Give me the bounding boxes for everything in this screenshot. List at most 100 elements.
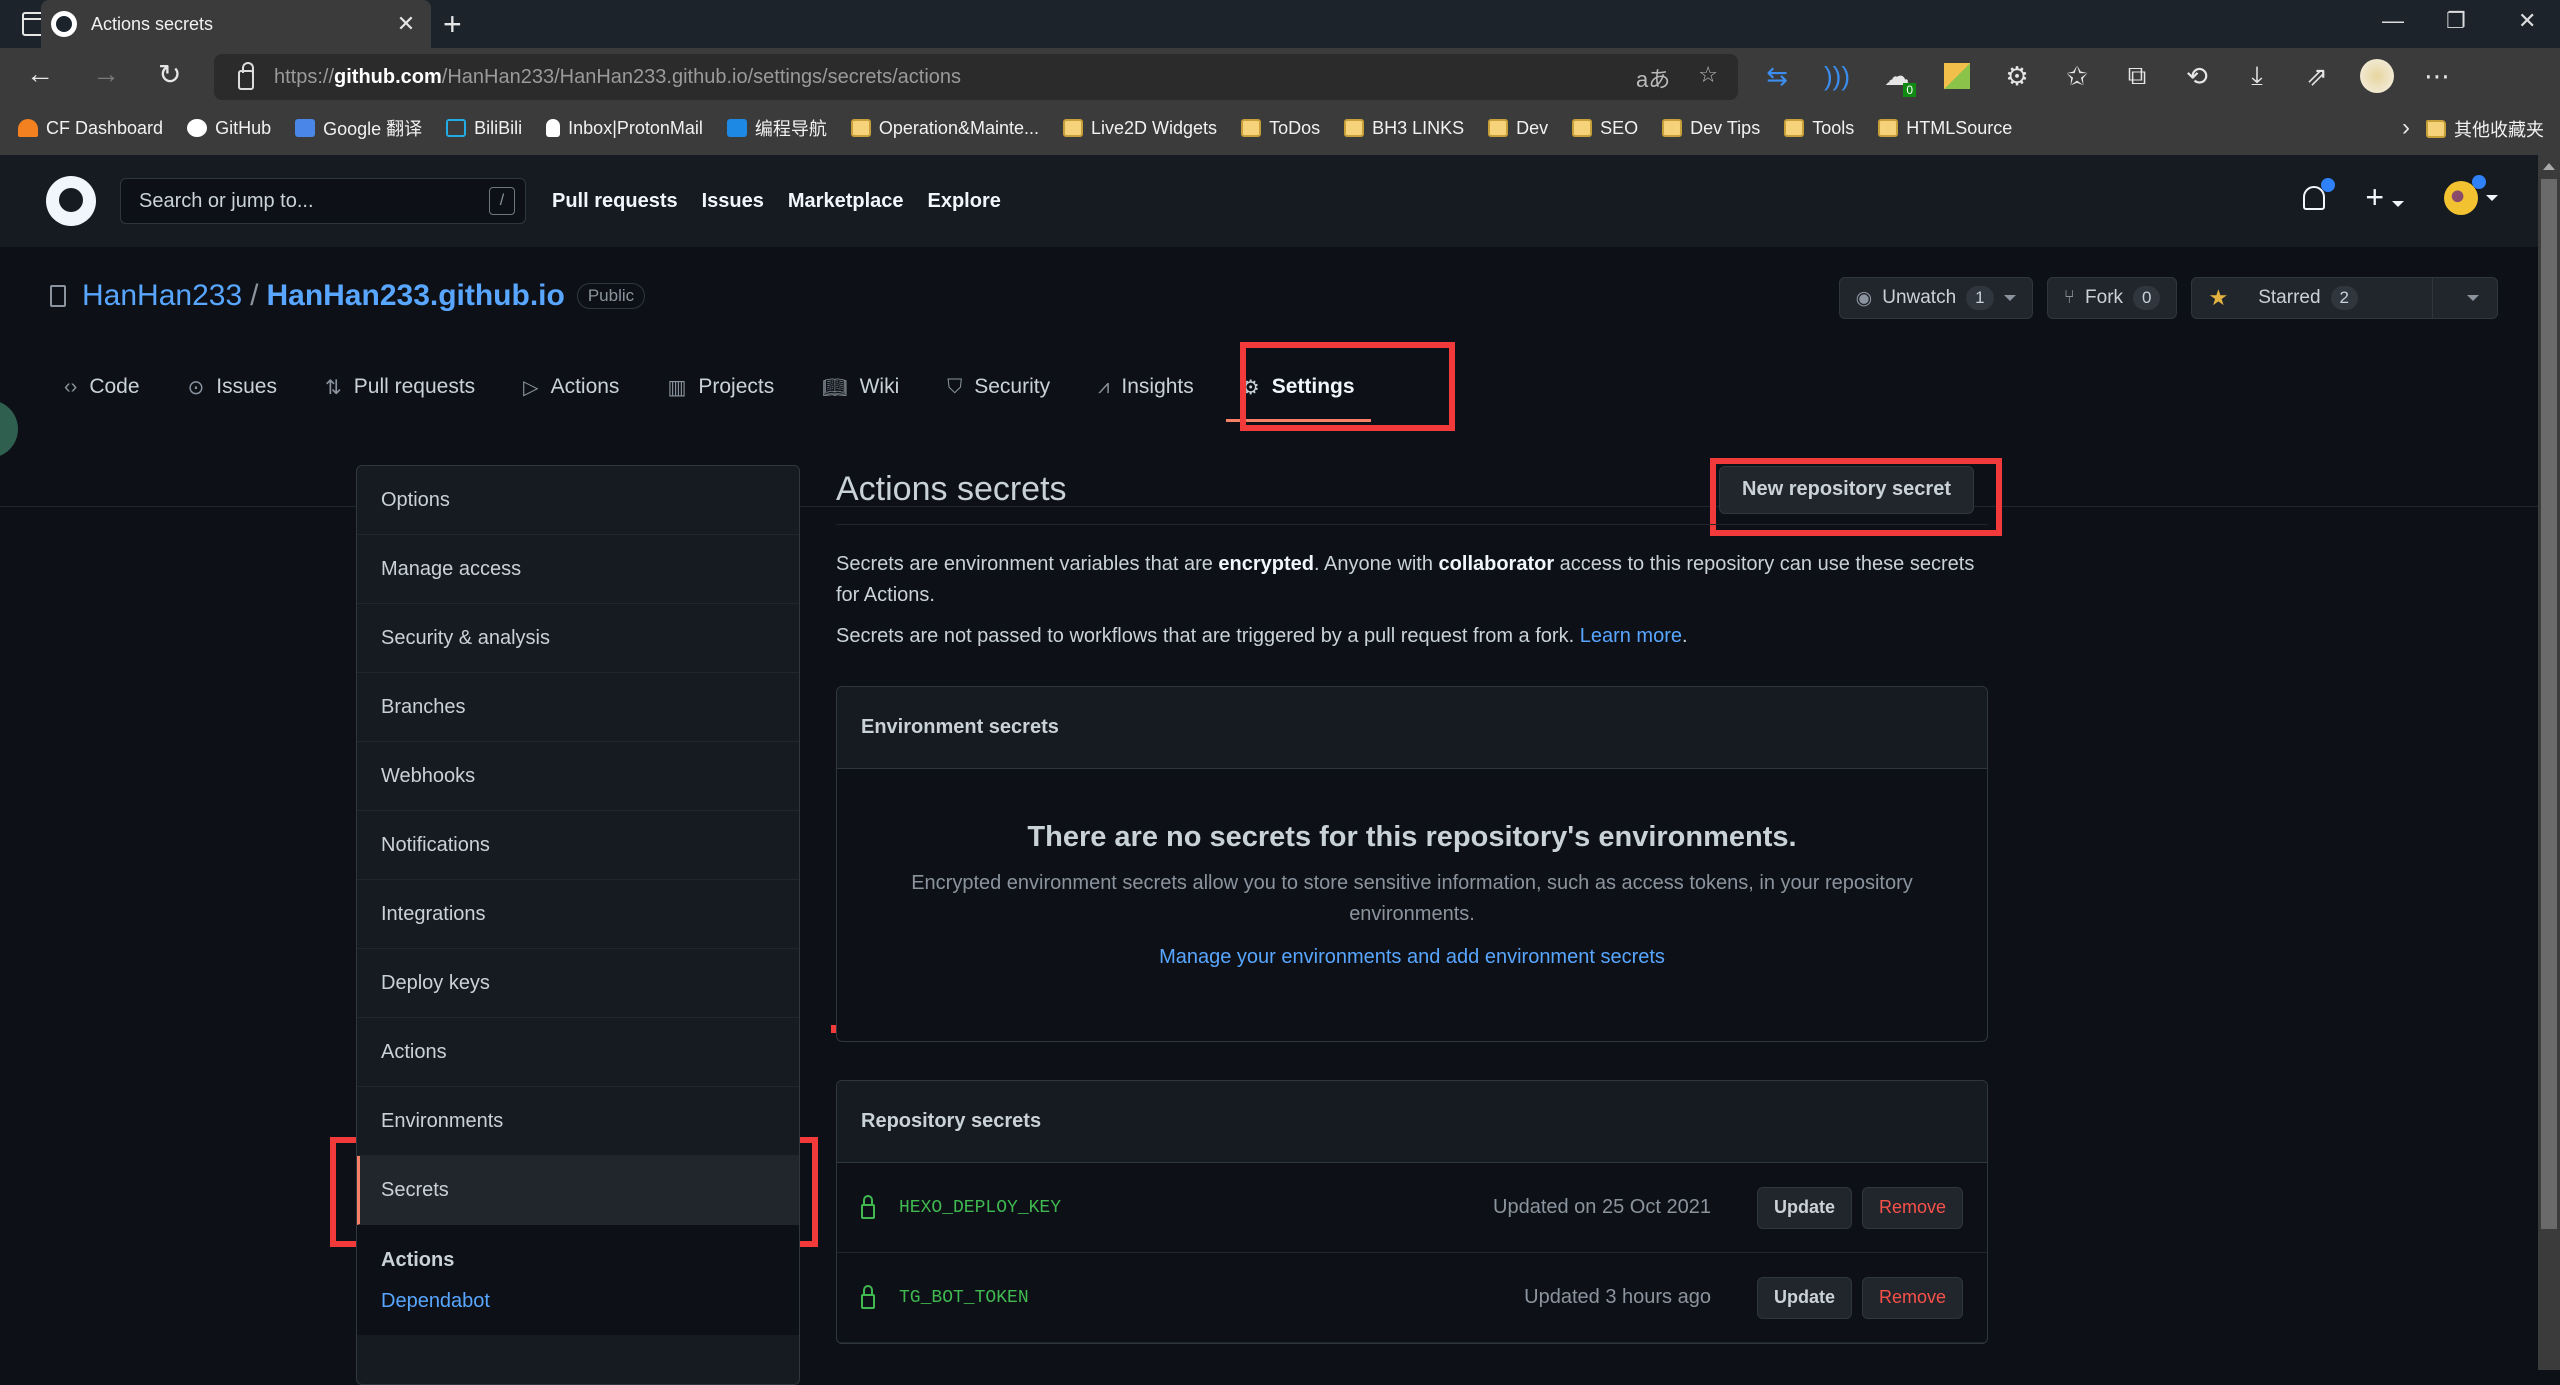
extensions-puzzle-icon[interactable]: ⚙ xyxy=(2000,59,2034,93)
secret-row: TG_BOT_TOKEN Updated 3 hours ago Update … xyxy=(837,1253,1987,1343)
lock-icon[interactable] xyxy=(238,62,254,90)
tab-issues[interactable]: ⊙ Issues xyxy=(188,357,277,417)
nav-issues[interactable]: Issues xyxy=(702,190,764,213)
other-bookmarks[interactable]: 其他收藏夹 xyxy=(2426,116,2544,142)
scroll-up-icon[interactable] xyxy=(2543,163,2555,170)
repo-name-link[interactable]: HanHan233.github.io xyxy=(266,279,564,313)
download-extension-icon[interactable] xyxy=(1940,59,1974,93)
restore-icon[interactable]: ❐ xyxy=(2446,8,2466,34)
sidebar-item-security-analysis[interactable]: Security & analysis xyxy=(357,604,799,673)
sidebar-link-dependabot[interactable]: Dependabot xyxy=(381,1290,775,1313)
downloads-icon[interactable]: ⤓ xyxy=(2240,59,2274,93)
more-menu-icon[interactable]: ⋯ xyxy=(2420,59,2454,93)
nav-explore[interactable]: Explore xyxy=(928,190,1001,213)
folder-icon xyxy=(1488,119,1509,137)
tab-projects[interactable]: ▥ Projects xyxy=(667,357,774,417)
tab-wiki[interactable]: 📖︎ Wiki xyxy=(822,357,899,417)
tab-strip: Actions secrets ✕ + — ❐ ✕ xyxy=(0,0,2560,48)
sidebar-item-branches[interactable]: Branches xyxy=(357,673,799,742)
page-title: Actions secrets xyxy=(836,470,1067,508)
manage-environments-link[interactable]: Manage your environments and add environ… xyxy=(1159,946,1665,969)
fork-description: Secrets are not passed to workflows that… xyxy=(836,625,1688,647)
page-scrollbar[interactable] xyxy=(2538,155,2560,1370)
notifications-bell-icon[interactable] xyxy=(2303,177,2336,210)
nav-marketplace[interactable]: Marketplace xyxy=(788,190,904,213)
folder-icon xyxy=(850,119,871,137)
address-bar[interactable]: https://github.com/HanHan233/HanHan233.g… xyxy=(214,54,1738,100)
bookmark-folder-todos[interactable]: ToDos xyxy=(1241,118,1320,139)
starred-button[interactable]: ★ Starred 2 xyxy=(2191,277,2498,319)
sidebar-item-webhooks[interactable]: Webhooks xyxy=(357,742,799,811)
browser-tab-active[interactable]: Actions secrets ✕ xyxy=(41,0,431,48)
wifi-extension-icon[interactable]: ))) xyxy=(1820,59,1854,93)
nav-pull-requests[interactable]: Pull requests xyxy=(552,190,678,213)
bookmark-github[interactable]: GitHub xyxy=(187,118,271,139)
bookmark-google-translate[interactable]: Google 翻译 xyxy=(295,115,422,141)
sidebar-item-deploy-keys[interactable]: Deploy keys xyxy=(357,949,799,1018)
share-icon[interactable]: ⇗ xyxy=(2300,59,2334,93)
bookmark-folder-operation[interactable]: Operation&Mainte... xyxy=(850,118,1039,139)
read-aloud-icon[interactable]: aあ xyxy=(1636,62,1670,94)
repo-owner-link[interactable]: HanHan233 xyxy=(82,279,242,313)
tab-code[interactable]: ‹› Code xyxy=(64,357,140,417)
profile-avatar[interactable] xyxy=(2360,59,2394,93)
new-tab-button[interactable]: + xyxy=(443,6,462,43)
sidebar-item-options[interactable]: Options xyxy=(357,466,799,535)
github-icon xyxy=(187,119,208,137)
sidebar-subheading-actions[interactable]: Actions xyxy=(381,1249,775,1272)
bookmark-folder-bh3[interactable]: BH3 LINKS xyxy=(1344,118,1464,139)
bookmark-folder-seo[interactable]: SEO xyxy=(1572,118,1638,139)
star-dropdown[interactable] xyxy=(2449,295,2497,301)
bookmark-folder-dev[interactable]: Dev xyxy=(1488,118,1548,139)
scroll-thumb[interactable] xyxy=(2541,179,2557,1229)
tab-actions[interactable]: ▷ Actions xyxy=(523,357,619,417)
sidebar-item-secrets[interactable]: Secrets xyxy=(357,1156,799,1225)
history-icon[interactable]: ⟲ xyxy=(2180,59,2214,93)
add-favorite-icon[interactable]: ☆ xyxy=(1698,62,1718,94)
url-text[interactable]: https://github.com/HanHan233/HanHan233.g… xyxy=(274,66,961,89)
bilibili-icon xyxy=(446,119,467,137)
update-secret-button[interactable]: Update xyxy=(1756,1186,1852,1229)
fork-button[interactable]: ⑂ Fork 0 xyxy=(2046,277,2178,319)
minimize-icon[interactable]: — xyxy=(2382,8,2404,34)
bookmark-cf-dashboard[interactable]: CF Dashboard xyxy=(18,118,163,139)
secret-updated: Updated 3 hours ago xyxy=(1524,1286,1711,1308)
github-page: Search or jump to... / Pull requests Iss… xyxy=(0,155,2538,1385)
create-new-dropdown[interactable]: + xyxy=(2365,179,2404,216)
bookmarks-overflow-icon[interactable]: › xyxy=(2402,114,2410,142)
bookmark-protonmail[interactable]: Inbox|ProtonMail xyxy=(546,118,703,139)
unwatch-button[interactable]: ◉ Unwatch 1 xyxy=(1838,277,2033,319)
bookmark-code-nav[interactable]: 编程导航 xyxy=(726,115,827,141)
close-tab-icon[interactable]: ✕ xyxy=(391,11,421,37)
bookmark-folder-dev-tips[interactable]: Dev Tips xyxy=(1662,118,1760,139)
bookmark-bilibili[interactable]: BiliBili xyxy=(446,118,522,139)
folder-icon xyxy=(2426,120,2446,138)
forward-icon[interactable]: → xyxy=(92,58,120,90)
remove-secret-button[interactable]: Remove xyxy=(1861,1186,1963,1229)
sidebar-item-manage-access[interactable]: Manage access xyxy=(357,535,799,604)
sidebar-item-notifications[interactable]: Notifications xyxy=(357,811,799,880)
refresh-icon[interactable]: ↻ xyxy=(158,58,181,91)
bookmark-folder-live2d[interactable]: Live2D Widgets xyxy=(1063,118,1217,139)
bookmark-folder-htmlsource[interactable]: HTMLSource xyxy=(1878,118,2012,139)
favorites-icon[interactable]: ✩ xyxy=(2060,59,2094,93)
learn-more-link[interactable]: Learn more xyxy=(1580,625,1682,647)
new-repository-secret-button[interactable]: New repository secret xyxy=(1719,465,1974,514)
tab-insights[interactable]: ⩘ Insights xyxy=(1098,357,1194,417)
search-input[interactable]: Search or jump to... / xyxy=(120,178,526,224)
remove-secret-button[interactable]: Remove xyxy=(1861,1276,1963,1319)
sync-extension-icon[interactable]: ⇆ xyxy=(1760,59,1794,93)
bookmark-folder-tools[interactable]: Tools xyxy=(1784,118,1854,139)
back-icon[interactable]: ← xyxy=(26,58,54,90)
tab-security[interactable]: ⛉ Security xyxy=(947,357,1050,417)
window-close-icon[interactable]: ✕ xyxy=(2518,8,2536,34)
sidebar-item-environments[interactable]: Environments xyxy=(357,1087,799,1156)
collections-icon[interactable]: ⧉ xyxy=(2120,59,2154,93)
update-secret-button[interactable]: Update xyxy=(1756,1276,1852,1319)
tab-pull-requests[interactable]: ⇅ Pull requests xyxy=(325,357,475,417)
sidebar-item-actions[interactable]: Actions xyxy=(357,1018,799,1087)
cloud-extension-icon[interactable]: ☁ 0 xyxy=(1880,59,1916,97)
github-logo-icon[interactable] xyxy=(46,176,96,226)
user-menu[interactable] xyxy=(2444,174,2498,215)
sidebar-item-integrations[interactable]: Integrations xyxy=(357,880,799,949)
